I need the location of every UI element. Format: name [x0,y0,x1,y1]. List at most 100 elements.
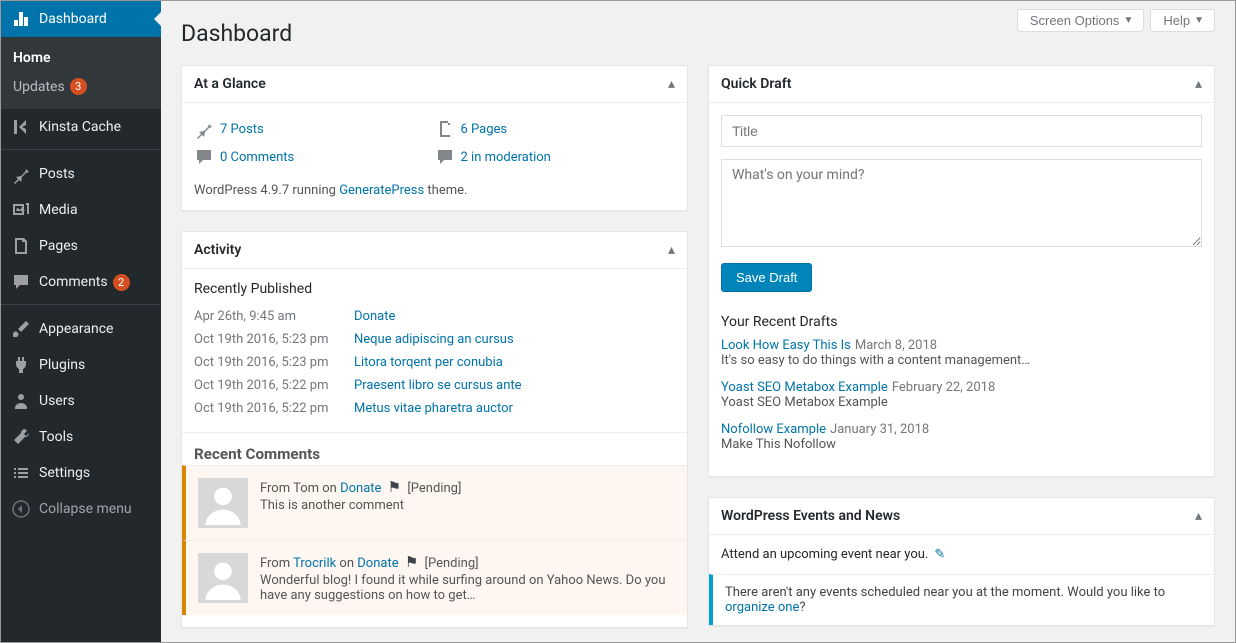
screen-options-button[interactable]: Screen Options▼ [1017,9,1145,32]
pin-icon [194,119,214,139]
recently-published-heading: Recently Published [194,281,675,297]
comment-icon [194,147,214,167]
widget-title: Quick Draft [721,76,791,92]
comment-meta: From Tom on Donate ⚑ [Pending] [260,478,461,496]
menu-label: Collapse menu [39,501,132,517]
organize-event-link[interactable]: organize one [725,600,799,615]
flag-icon: ⚑ [388,478,401,496]
menu-label: Comments [39,274,108,290]
chevron-up-icon[interactable]: ▴ [668,243,675,257]
events-intro-text: Attend an upcoming event near you. [721,547,928,562]
chevron-down-icon: ▼ [1123,15,1133,26]
menu-label: Kinsta Cache [39,119,121,135]
comment-item[interactable]: From Trocrilk on Donate ⚑ [Pending] Wond… [182,540,687,615]
recent-comments-heading: Recent Comments [194,445,675,463]
theme-link[interactable]: GeneratePress [339,183,424,198]
wp-version-info: WordPress 4.9.7 running GeneratePress th… [194,171,675,198]
chevron-down-icon: ▼ [1194,15,1204,26]
post-link[interactable]: Metus vitae pharetra auctor [354,401,513,416]
draft-date: March 8, 2018 [855,338,937,353]
list-item: Oct 19th 2016, 5:23 pmLitora torqent per… [194,351,675,374]
post-link[interactable]: Donate [354,309,395,324]
post-link[interactable]: Praesent libro se cursus ante [354,378,522,393]
menu-appearance[interactable]: Appearance [1,311,161,347]
submenu-home[interactable]: Home [1,44,161,72]
widget-header[interactable]: At a Glance ▴ [182,66,687,103]
events-notice: There aren't any events scheduled near y… [709,574,1214,625]
menu-pages[interactable]: Pages [1,228,161,264]
draft-title-link[interactable]: Look How Easy This Is [721,338,851,353]
collapse-icon [11,499,31,519]
menu-posts[interactable]: Posts [1,156,161,192]
chevron-up-icon[interactable]: ▴ [1195,509,1202,523]
comments-count-badge: 2 [113,274,130,291]
menu-separator [1,300,161,305]
comment-author-link[interactable]: Trocrilk [293,556,336,571]
dashboard-icon [11,9,31,29]
menu-collapse[interactable]: Collapse menu [1,491,161,527]
menu-label: Posts [39,166,75,182]
widget-title: WordPress Events and News [721,508,900,524]
widget-title: At a Glance [194,76,266,92]
menu-label: Tools [39,429,73,445]
avatar [198,553,248,603]
edit-location-icon[interactable]: ✎ [934,547,945,562]
draft-item: Yoast SEO Metabox ExampleFebruary 22, 20… [721,380,1202,410]
comments-count-link[interactable]: 0 Comments [220,150,294,165]
save-draft-button[interactable]: Save Draft [721,263,812,292]
post-link[interactable]: Litora torqent per conubia [354,355,503,370]
comment-post-link[interactable]: Donate [357,556,398,571]
comment-item[interactable]: From Tom on Donate ⚑ [Pending] This is a… [182,465,687,540]
help-button[interactable]: Help▼ [1150,9,1215,32]
widget-header[interactable]: WordPress Events and News ▴ [709,498,1214,535]
pages-icon [435,119,455,139]
menu-users[interactable]: Users [1,383,161,419]
pages-icon [11,236,31,256]
draft-date: January 31, 2018 [830,422,929,437]
menu-media[interactable]: Media [1,192,161,228]
published-posts-list: Apr 26th, 9:45 amDonate Oct 19th 2016, 5… [194,305,675,420]
menu-kinsta-cache[interactable]: Kinsta Cache [1,109,161,145]
menu-settings[interactable]: Settings [1,455,161,491]
dashboard-submenu: Home Updates 3 [1,37,161,109]
menu-label: Pages [39,238,78,254]
menu-plugins[interactable]: Plugins [1,347,161,383]
draft-excerpt: It's so easy to do things with a content… [721,353,1202,368]
updates-count-badge: 3 [70,78,87,95]
menu-label: Settings [39,465,90,481]
comment-meta: From Trocrilk on Donate ⚑ [Pending] [260,553,675,571]
list-item: Oct 19th 2016, 5:22 pmMetus vitae pharet… [194,397,675,420]
comment-post-link[interactable]: Donate [340,481,381,496]
comment-text: Wonderful blog! I found it while surfing… [260,573,675,603]
admin-sidebar: Dashboard Home Updates 3 Kinsta Cache Po… [1,1,161,642]
quick-draft-widget: Quick Draft ▴ Save Draft Your Recent Dra… [708,65,1215,477]
draft-title-input[interactable] [721,115,1202,147]
post-link[interactable]: Neque adipiscing an cursus [354,332,514,347]
list-item: Oct 19th 2016, 5:22 pmPraesent libro se … [194,374,675,397]
pin-icon [11,164,31,184]
menu-comments[interactable]: Comments 2 [1,264,161,300]
menu-label: Appearance [39,321,113,337]
comment-text: This is another comment [260,498,461,513]
widget-header[interactable]: Activity ▴ [182,232,687,269]
posts-count-link[interactable]: 7 Posts [220,122,264,137]
draft-content-textarea[interactable] [721,159,1202,247]
avatar [198,478,248,528]
draft-title-link[interactable]: Yoast SEO Metabox Example [721,380,888,395]
widget-header[interactable]: Quick Draft ▴ [709,66,1214,103]
at-a-glance-widget: At a Glance ▴ 7 Posts 6 Pages [181,65,688,211]
settings-icon [11,463,31,483]
draft-excerpt: Yoast SEO Metabox Example [721,395,1202,410]
chevron-up-icon[interactable]: ▴ [668,77,675,91]
submenu-updates[interactable]: Updates 3 [1,72,161,101]
widget-title: Activity [194,242,241,258]
moderation-link[interactable]: 2 in moderation [461,150,551,165]
menu-dashboard[interactable]: Dashboard [1,1,161,37]
menu-tools[interactable]: Tools [1,419,161,455]
comment-icon [11,272,31,292]
activity-widget: Activity ▴ Recently Published Apr 26th, … [181,231,688,628]
chevron-up-icon[interactable]: ▴ [1195,77,1202,91]
pages-count-link[interactable]: 6 Pages [461,122,508,137]
draft-item: Nofollow ExampleJanuary 31, 2018 Make Th… [721,422,1202,452]
draft-title-link[interactable]: Nofollow Example [721,422,826,437]
